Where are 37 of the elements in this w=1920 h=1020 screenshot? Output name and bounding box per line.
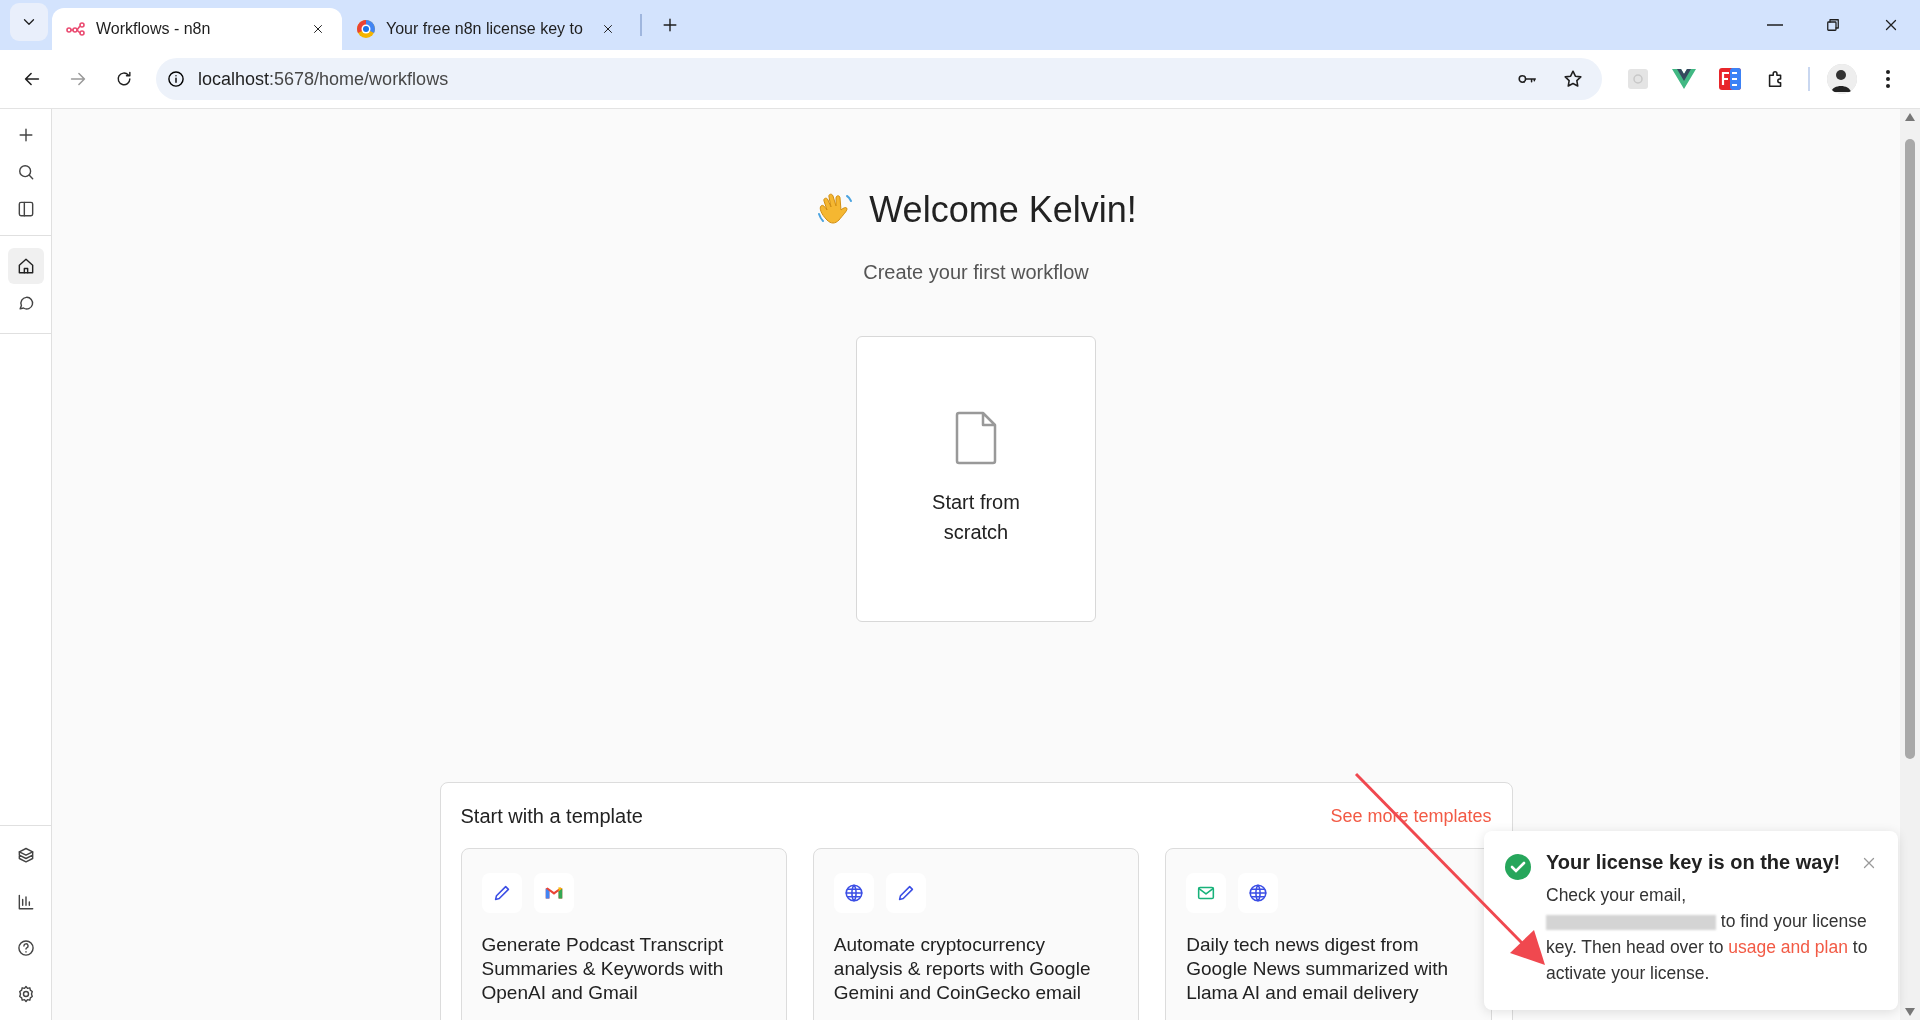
close-icon: [311, 22, 325, 36]
toast-message: Check your email, to find your license key. Then head over to usage and plan to activate your license.: [1546, 884, 1869, 985]
help-icon: [15, 938, 36, 958]
success-check-icon: [1504, 853, 1532, 881]
scroll-down-icon: [1905, 1008, 1915, 1016]
templates-heading: Start with a template: [460, 805, 643, 828]
toast-title: Your license key is on the way!: [1546, 851, 1841, 874]
sidebar-nav-button[interactable]: [7, 248, 44, 284]
template-card[interactable]: Daily tech news digest from Google News summarized with Llama AI and email delivery: [1165, 848, 1492, 1020]
star-icon: [1562, 68, 1584, 90]
template-card[interactable]: Automate cryptocurrency analysis & reports with Google Gemini and CoinGecko email: [812, 848, 1140, 1020]
restore-icon: [1824, 16, 1842, 34]
faded-extension-icon: [1627, 68, 1649, 90]
file-icon: [955, 411, 997, 465]
browser-tab[interactable]: Workflows - n8n: [52, 8, 342, 50]
more-vertical-icon: [1886, 70, 1890, 88]
close-icon: [601, 22, 615, 36]
browser-tab[interactable]: Your free n8n license key to: [342, 8, 632, 50]
scrollbar-thumb[interactable]: [1905, 139, 1915, 759]
v-logo-icon: [1672, 68, 1696, 90]
url-text: localhost:5678/home/workflows: [198, 68, 450, 90]
fe-logo-icon: [1718, 67, 1742, 91]
welcome-title: Welcome Kelvin!: [869, 189, 1137, 231]
minimize-icon: [1767, 24, 1783, 26]
welcome-subtitle: Create your first workflow: [863, 261, 1089, 284]
scrollbar[interactable]: [1900, 109, 1920, 1020]
workflow-logo-icon: [66, 22, 86, 36]
template-title: Automate cryptocurrency analysis & reports with Google Gemini and CoinGecko email: [833, 933, 1092, 1005]
scroll-up-icon: [1905, 113, 1915, 121]
start-from-scratch-card[interactable]: Start from scratch: [856, 336, 1096, 622]
avatar-icon: [1827, 64, 1857, 94]
template-title: Daily tech news digest from Google News summarized with Llama AI and email delivery: [1186, 933, 1450, 1005]
address-bar[interactable]: localhost:5678/home/workflows: [156, 58, 1602, 100]
template-card[interactable]: Generate Podcast Transcript Summaries & Keywords with OpenAI and Gmail: [460, 848, 787, 1020]
template-title: Generate Podcast Transcript Summaries & Keywords with OpenAI and Gmail: [481, 933, 725, 1005]
info-icon: [166, 69, 186, 89]
globe-logo-icon: [356, 19, 376, 39]
